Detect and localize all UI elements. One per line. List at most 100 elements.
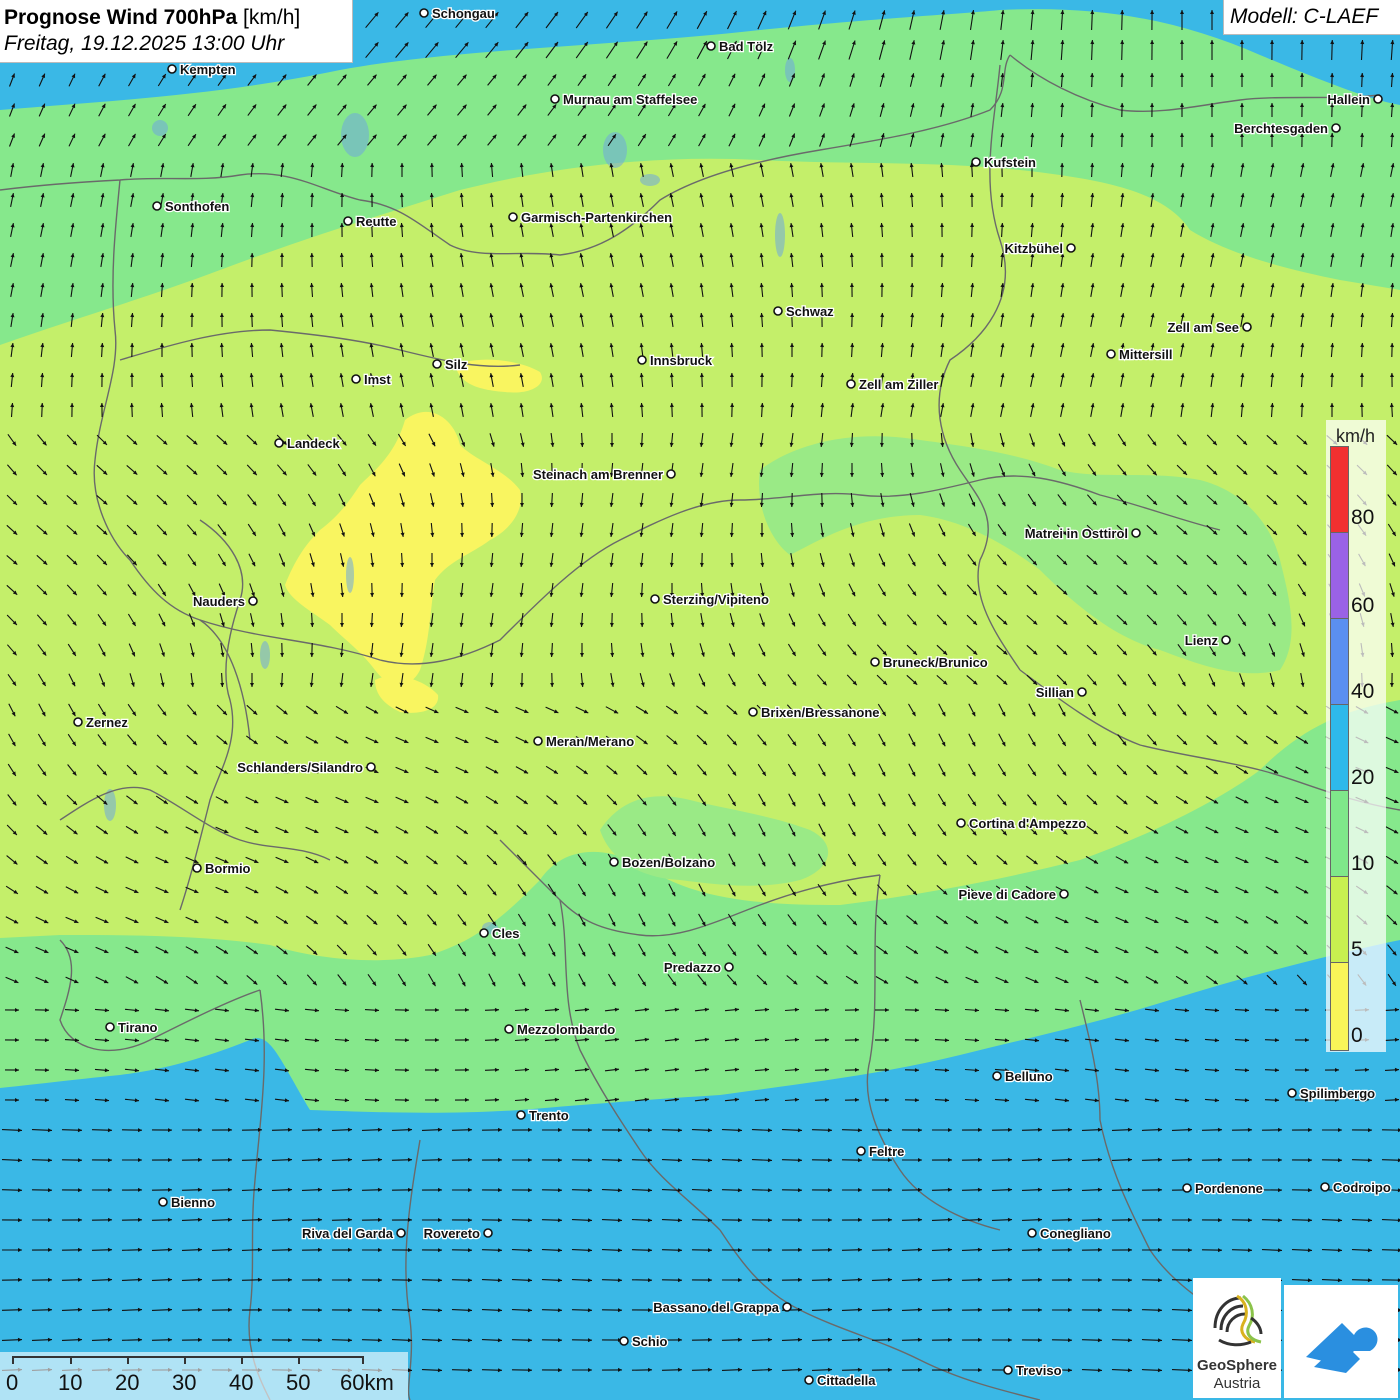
- city-label: Lienz: [1185, 633, 1219, 648]
- city-marker[interactable]: Zell am See: [1166, 319, 1252, 336]
- wind-forecast-map[interactable]: Schongau Bad Tölz Kempten Murnau am Staffel…: [0, 0, 1400, 1400]
- city-label: Pordenone: [1195, 1181, 1263, 1196]
- city-marker[interactable]: Steinach am Brenner: [532, 466, 676, 483]
- city-marker[interactable]: Zell am Ziller: [846, 376, 940, 393]
- map-title: Prognose Wind 700hPa [km/h]: [4, 4, 348, 31]
- legend-swatch-80: [1330, 446, 1349, 533]
- lake: [785, 58, 795, 82]
- geosphere-logo[interactable]: GeoSphere Austria: [1193, 1278, 1281, 1398]
- scale-label-10: 10: [58, 1370, 83, 1395]
- city-label: Feltre: [869, 1144, 904, 1159]
- scale-tick: [184, 1356, 186, 1364]
- city-dot: [609, 857, 619, 867]
- city-label: Murnau am Staffelsee: [563, 92, 697, 107]
- model-label: Modell: C-LAEF: [1223, 0, 1400, 35]
- city-marker[interactable]: Bassano del Grappa: [652, 1299, 792, 1316]
- scale-tick: [12, 1356, 14, 1364]
- city-dot: [366, 762, 376, 772]
- city-marker[interactable]: Sterzing/Vipiteno: [650, 591, 770, 608]
- city-label: Bozen/Bolzano: [622, 855, 715, 870]
- city-label: Silz: [445, 357, 468, 372]
- city-label: Schwaz: [786, 304, 834, 319]
- geosphere-logo-text-2: Austria: [1213, 1375, 1261, 1392]
- city-label: Rovereto: [424, 1226, 480, 1241]
- city-marker[interactable]: Conegliano: [1027, 1225, 1112, 1242]
- scale-tick: [362, 1356, 364, 1364]
- city-dot: [508, 212, 518, 222]
- geosphere-logo-mark-icon: [1213, 1294, 1263, 1347]
- scale-tick: [298, 1356, 300, 1364]
- city-dot: [804, 1375, 814, 1385]
- city-label: Cles: [492, 926, 519, 941]
- city-marker[interactable]: Riva del Garda: [301, 1225, 406, 1242]
- city-label: Kufstein: [984, 155, 1036, 170]
- city-marker[interactable]: Schongau: [419, 5, 496, 22]
- city-dot: [748, 707, 758, 717]
- city-label: Treviso: [1016, 1363, 1062, 1378]
- city-marker[interactable]: Spilimbergo: [1287, 1085, 1376, 1102]
- city-dot: [105, 1022, 115, 1032]
- city-marker[interactable]: Brixen/Bressanone: [748, 704, 881, 721]
- city-label: Reutte: [356, 214, 396, 229]
- city-marker[interactable]: Pordenone: [1182, 1180, 1264, 1197]
- city-label: Hallein: [1327, 92, 1370, 107]
- city-marker[interactable]: Garmisch-Partenkirchen: [508, 209, 673, 226]
- lake: [341, 113, 369, 157]
- city-label: Mezzolombardo: [517, 1022, 615, 1037]
- legend-label-20: 20: [1351, 766, 1375, 789]
- city-dot: [1003, 1365, 1013, 1375]
- scale-label-60km: 60km: [340, 1370, 394, 1395]
- city-marker[interactable]: Bruneck/Brunico: [870, 654, 989, 671]
- city-dot: [1242, 322, 1252, 332]
- city-dot: [782, 1302, 792, 1312]
- city-dot: [619, 1336, 629, 1346]
- city-label: Innsbruck: [650, 353, 713, 368]
- city-label: Riva del Garda: [302, 1226, 394, 1241]
- city-marker[interactable]: Matrei in Osttirol: [1023, 525, 1141, 542]
- city-marker[interactable]: Innsbruck: [637, 352, 714, 369]
- city-dot: [846, 379, 856, 389]
- city-label: Imst: [364, 372, 391, 387]
- city-marker[interactable]: Berchtesgaden: [1233, 120, 1341, 137]
- map-canvas[interactable]: Schongau Bad Tölz Kempten Murnau am Staffel…: [0, 0, 1400, 1400]
- scale-label-20: 20: [115, 1370, 140, 1395]
- city-dot: [724, 962, 734, 972]
- city-dot: [856, 1146, 866, 1156]
- city-dot: [1320, 1182, 1330, 1192]
- wind-arrow: [1381, 1159, 1400, 1161]
- map-title-text: Prognose Wind 700hPa: [4, 6, 238, 29]
- city-label: Tirano: [118, 1020, 158, 1035]
- legend-swatch-40: [1330, 618, 1349, 705]
- city-dot: [637, 355, 647, 365]
- city-dot: [1106, 349, 1116, 359]
- city-dot: [419, 8, 429, 18]
- city-label: Kitzbühel: [1005, 241, 1064, 256]
- city-marker[interactable]: Meran/Merano: [533, 733, 635, 750]
- map-title-unit: [km/h]: [237, 6, 301, 29]
- map-title-box: Prognose Wind 700hPa [km/h] Freitag, 19.…: [0, 0, 353, 63]
- scale-label-30: 30: [172, 1370, 197, 1395]
- city-label: Cortina d'Ampezzo: [969, 816, 1086, 831]
- city-label: Schlanders/Silandro: [237, 760, 363, 775]
- city-marker[interactable]: Cortina d'Ampezzo: [956, 815, 1088, 832]
- city-dot: [152, 201, 162, 211]
- city-label: Schio: [632, 1334, 667, 1349]
- city-label: Conegliano: [1040, 1226, 1111, 1241]
- city-dot: [167, 64, 177, 74]
- city-dot: [773, 306, 783, 316]
- city-marker[interactable]: Murnau am Staffelsee: [550, 91, 699, 108]
- city-marker[interactable]: Mezzolombardo: [504, 1021, 617, 1038]
- city-marker[interactable]: Bozen/Bolzano: [609, 854, 717, 871]
- city-dot: [1131, 528, 1141, 538]
- city-dot: [351, 374, 361, 384]
- city-marker[interactable]: Sonthofen: [152, 198, 231, 215]
- weather-app-logo[interactable]: [1284, 1285, 1398, 1398]
- city-marker[interactable]: Pieve di Cadore: [957, 886, 1069, 903]
- lake: [260, 641, 270, 669]
- legend-swatch-10: [1330, 790, 1349, 877]
- city-dot: [533, 736, 543, 746]
- city-dot: [1221, 635, 1231, 645]
- city-dot: [992, 1071, 1002, 1081]
- city-label: Kempten: [180, 62, 236, 77]
- city-marker[interactable]: Schlanders/Silandro: [236, 759, 376, 776]
